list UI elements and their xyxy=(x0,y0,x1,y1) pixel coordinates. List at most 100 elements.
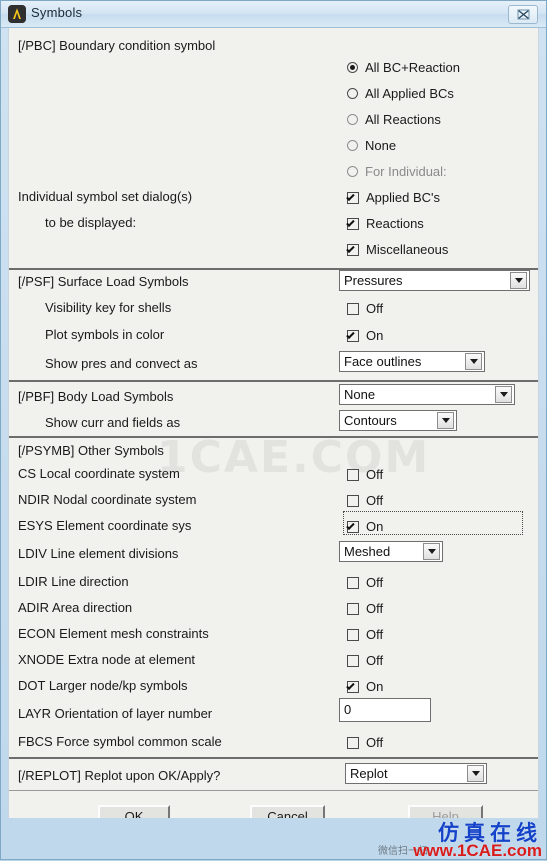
cancel-button[interactable]: Cancel xyxy=(250,805,325,818)
checkbox-label: On xyxy=(366,679,384,695)
checkbox-label: On xyxy=(366,519,384,535)
pbf-heading: [/PBF] Body Load Symbols xyxy=(18,389,174,404)
psymb-label-dot: DOT Larger node/kp symbols xyxy=(18,678,188,693)
checkbox-miscellaneous[interactable]: Miscellaneous xyxy=(347,241,448,259)
pbc-heading: [/PBC] Boundary condition symbol xyxy=(18,38,216,53)
psf-heading: [/PSF] Surface Load Symbols xyxy=(18,274,189,289)
checkbox-extra-node-at-element[interactable]: Off xyxy=(347,652,383,670)
surface-load-symbols-combo[interactable]: Pressures xyxy=(339,270,530,291)
section-divider xyxy=(9,380,538,382)
watermark-url: www.1CAE.com xyxy=(413,841,542,861)
checkbox-indicator xyxy=(347,302,359,315)
checkbox-nodal-coordinate-system[interactable]: Off xyxy=(347,492,383,510)
checkbox-indicator xyxy=(347,736,359,749)
chevron-down-icon xyxy=(465,353,482,370)
button-bar-divider xyxy=(9,790,538,791)
ansys-logo-icon xyxy=(8,5,26,23)
checkbox-plot-symbols-in-color[interactable]: On xyxy=(347,327,383,345)
combo-value: Contours xyxy=(344,413,397,428)
checkbox-force-symbol-common-scale[interactable]: Off xyxy=(347,734,383,752)
radio-indicator xyxy=(347,88,358,100)
checkbox-element-coordinate-sys[interactable]: On xyxy=(347,518,383,536)
checkbox-visibility-key-for-shells[interactable]: Off xyxy=(347,300,383,318)
checkbox-label: Off xyxy=(366,301,384,317)
individual-symbol-label: Individual symbol set dialog(s) xyxy=(18,189,193,204)
checkbox-indicator xyxy=(347,217,359,230)
checkbox-label: Off xyxy=(366,467,384,483)
checkbox-indicator xyxy=(347,329,359,342)
psymb-label-ldiv: LDIV Line element divisions xyxy=(18,546,179,561)
combo-value: Face outlines xyxy=(344,354,422,369)
psymb-label-layr: LAYR Orientation of layer number xyxy=(18,706,213,721)
chevron-down-icon xyxy=(437,412,454,429)
radio-label: All Reactions xyxy=(365,112,441,128)
radio-all-reactions[interactable]: All Reactions xyxy=(347,111,441,129)
radio-indicator xyxy=(347,114,358,126)
ok-button[interactable]: OK xyxy=(98,805,170,818)
radio-for-individual[interactable]: For Individual: xyxy=(347,163,447,181)
combo-value: Replot xyxy=(350,766,388,781)
radio-all-applied-bcs[interactable]: All Applied BCs xyxy=(347,85,454,103)
faint-watermark: 1CAE.COM xyxy=(157,432,431,483)
checkbox-element-mesh-constraints[interactable]: Off xyxy=(347,626,383,644)
psymb-label-ndir: NDIR Nodal coordinate system xyxy=(18,492,197,507)
title-bar: Symbols xyxy=(1,1,546,28)
psymb-label-adir: ADIR Area direction xyxy=(18,600,133,615)
watermark-qr-caption: 微信扫一扫 xyxy=(378,846,428,857)
combo-value: None xyxy=(344,387,376,402)
radio-indicator xyxy=(347,140,358,152)
radio-all-bc-reaction[interactable]: All BC+Reaction xyxy=(347,59,460,77)
checkbox-indicator xyxy=(347,628,359,641)
checkbox-label: Applied BC's xyxy=(366,190,441,206)
line-element-divisions-combo[interactable]: Meshed xyxy=(339,541,443,562)
combo-value: Meshed xyxy=(344,544,391,559)
combo-value: Pressures xyxy=(344,273,403,288)
show-curr-and-fields-combo[interactable]: Contours xyxy=(339,410,457,431)
checkbox-label: On xyxy=(366,328,384,344)
checkbox-label: Miscellaneous xyxy=(366,242,449,258)
radio-label: All BC+Reaction xyxy=(365,60,461,76)
checkbox-label: Reactions xyxy=(366,216,424,232)
checkbox-label: Off xyxy=(366,653,384,669)
checkbox-larger-node-kp-symbols[interactable]: On xyxy=(347,678,383,696)
help-button[interactable]: Help xyxy=(408,805,483,818)
close-icon[interactable] xyxy=(508,5,538,24)
radio-none[interactable]: None xyxy=(347,137,396,155)
dialog-body: 1CAE.COM [/PBC] Boundary condition symbo… xyxy=(8,28,539,818)
checkbox-reactions[interactable]: Reactions xyxy=(347,215,424,233)
replot-combo[interactable]: Replot xyxy=(345,763,487,784)
checkbox-indicator xyxy=(347,654,359,667)
watermark-url-domain: 1CAE.com xyxy=(456,841,542,860)
radio-label: For Individual: xyxy=(365,164,447,180)
watermark-url-www: www. xyxy=(413,841,457,860)
show-curr-fields-label: Show curr and fields as xyxy=(45,415,181,430)
psymb-label-ldir: LDIR Line direction xyxy=(18,574,129,589)
psymb-label-fbcs: FBCS Force symbol common scale xyxy=(18,734,222,749)
chevron-down-icon xyxy=(467,765,484,782)
show-pres-and-convect-combo[interactable]: Face outlines xyxy=(339,351,485,372)
body-load-symbols-combo[interactable]: None xyxy=(339,384,515,405)
checkbox-indicator xyxy=(347,520,359,533)
checkbox-area-direction[interactable]: Off xyxy=(347,600,383,618)
checkbox-indicator xyxy=(347,468,359,481)
chevron-down-icon xyxy=(510,272,527,289)
chevron-down-icon xyxy=(423,543,440,560)
radio-indicator xyxy=(347,166,358,178)
radio-label: All Applied BCs xyxy=(365,86,454,102)
plot-symbols-color-label: Plot symbols in color xyxy=(45,327,165,342)
checkbox-line-direction[interactable]: Off xyxy=(347,574,383,592)
checkbox-indicator xyxy=(347,243,359,256)
checkbox-label: Off xyxy=(366,735,384,751)
chevron-down-icon xyxy=(495,386,512,403)
checkbox-local-coordinate-system[interactable]: Off xyxy=(347,466,383,484)
section-divider xyxy=(9,757,538,759)
psymb-heading: [/PSYMB] Other Symbols xyxy=(18,443,164,458)
to-be-displayed-label: to be displayed: xyxy=(45,215,137,230)
checkbox-label: Off xyxy=(366,575,384,591)
psymb-label-econ: ECON Element mesh constraints xyxy=(18,626,209,641)
psymb-label-esys: ESYS Element coordinate sys xyxy=(18,518,192,533)
checkbox-applied-bcs[interactable]: Applied BC's xyxy=(347,189,440,207)
layer-number-input[interactable]: 0 xyxy=(339,698,431,722)
checkbox-indicator xyxy=(347,576,359,589)
checkbox-label: Off xyxy=(366,627,384,643)
